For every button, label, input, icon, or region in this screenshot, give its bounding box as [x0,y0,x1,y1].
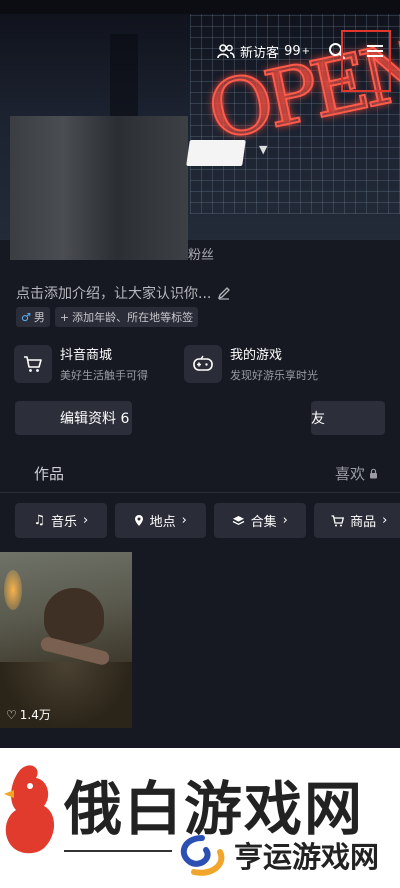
service-title: 抖音商城 [60,348,113,363]
services-row: 抖音商城 美好生活触手可得 我的游戏 发现好游乐享时光 [14,344,386,383]
video-thumbnail[interactable]: ♡ 1.4万 [0,552,132,728]
chevron-right-icon: › [82,513,89,528]
watermark-banner: 俄白游戏网 亨运游戏网 [0,748,400,888]
filter-products[interactable]: 商品 › [313,503,400,538]
gender-tag[interactable]: ♂ 男 [16,307,50,327]
tab-likes[interactable]: 喜欢 [335,463,378,484]
edit-profile-button[interactable]: 编辑资料 6 [15,401,132,435]
gender-label: 男 [33,311,45,324]
filter-collection[interactable]: 合集 › [214,503,306,538]
fire-glow [4,570,22,610]
video-like-count: ♡ 1.4万 [6,706,51,723]
swirl-logo-icon [180,835,225,876]
male-icon: ♂ [21,310,31,324]
filter-label: 音乐 [50,515,77,530]
music-note-icon: ♫ [33,513,45,528]
lock-icon [370,468,377,479]
people-icon [217,44,235,59]
child-figure [44,588,104,644]
cart-icon [331,514,345,526]
new-visitors-label: 新访客 [240,45,280,61]
gamepad-icon [184,344,222,383]
fans-label[interactable]: 粉丝 [188,244,214,263]
service-subtitle: 美好生活触手可得 [60,369,148,382]
filter-label: 地点 [149,515,176,530]
my-games-entry[interactable]: 我的游戏 发现好游乐享时光 [184,344,352,383]
chevron-right-icon: › [382,513,388,528]
add-friend-button[interactable]: 友 [311,401,385,435]
video-likes-value: 1.4万 [19,708,51,722]
intro-text: 点击添加介绍，让大家认识你... [16,286,212,302]
plus-icon: + [59,310,70,324]
watermark-divider [64,850,172,852]
watermark-brand-sub: 亨运游戏网 [234,840,380,874]
new-visitors-count: 99 [284,43,301,59]
filter-location[interactable]: 地点 › [114,503,206,538]
avatar-censored[interactable] [10,116,188,260]
rooster-logo-icon [4,765,55,854]
intro-placeholder[interactable]: 点击添加介绍，让大家认识你... [16,283,231,303]
chevron-right-icon: › [181,513,187,528]
shopping-cart-icon [14,344,52,383]
tab-likes-label: 喜欢 [334,465,365,483]
account-switch-caret-icon[interactable]: ▼ [259,143,267,156]
filter-label: 合集 [250,515,277,530]
pencil-icon [218,287,231,300]
filter-chips: ♫ 音乐 › 地点 › 合集 › 商品 › [15,503,400,538]
add-tags-button[interactable]: + 添加年龄、所在地等标签 [54,307,199,327]
profile-action-buttons: 编辑资料 6 友 [15,401,385,435]
menu-highlight-box [341,30,391,92]
location-pin-icon [134,515,143,526]
content-tabs: 作品 喜欢 [0,457,400,493]
service-subtitle: 发现好游乐享时光 [230,369,318,382]
profile-tags: ♂ 男 + 添加年龄、所在地等标签 [16,307,199,327]
stack-icon [232,515,244,525]
add-tags-label: 添加年龄、所在地等标签 [72,311,194,324]
douyin-mall-entry[interactable]: 抖音商城 美好生活触手可得 [14,344,182,383]
service-title: 我的游戏 [230,348,283,363]
heart-icon: ♡ [6,707,17,722]
filter-label: 商品 [350,515,377,530]
status-bar [0,0,400,14]
new-visitors-plus: + [301,45,310,57]
chevron-right-icon: › [282,513,288,528]
filter-music[interactable]: ♫ 音乐 › [15,503,107,538]
tab-works[interactable]: 作品 [34,463,64,484]
username-censored [186,140,246,166]
new-visitors-button[interactable]: 新访客 99 + [217,42,310,61]
